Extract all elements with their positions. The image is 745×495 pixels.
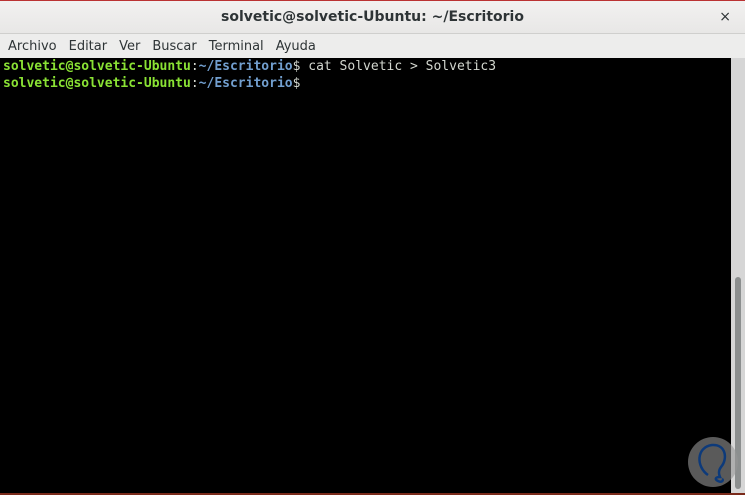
prompt-user: solvetic@solvetic-Ubuntu [3,59,191,74]
close-button[interactable]: × [719,9,731,25]
prompt-path: ~/Escritorio [198,75,293,91]
prompt-symbol: $ [292,75,301,91]
terminal-line: solvetic@solvetic-Ubuntu:~/Escritorio$ [3,76,728,93]
terminal-output[interactable]: solvetic@solvetic-Ubuntu:~/Escritorio$ c… [0,58,731,495]
prompt-sep: : [190,59,199,74]
menu-buscar[interactable]: Buscar [146,39,202,54]
window-title: solvetic@solvetic-Ubuntu: ~/Escritorio [221,9,524,25]
prompt-user: solvetic@solvetic-Ubuntu [3,75,191,91]
menu-terminal[interactable]: Terminal [203,39,270,54]
menu-editar[interactable]: Editar [63,39,114,54]
menu-bar: Archivo Editar Ver Buscar Terminal Ayuda [0,34,745,58]
prompt-sep: : [190,75,199,91]
scrollbar[interactable] [731,58,745,495]
menu-ayuda[interactable]: Ayuda [270,39,322,54]
watermark-logo-icon [688,437,738,487]
title-bar: solvetic@solvetic-Ubuntu: ~/Escritorio × [0,0,745,34]
command-text: cat Solvetic > Solvetic3 [300,59,497,74]
prompt-path: ~/Escritorio [198,59,293,74]
menu-ver[interactable]: Ver [113,39,146,54]
menu-archivo[interactable]: Archivo [2,39,63,54]
terminal-line: solvetic@solvetic-Ubuntu:~/Escritorio$ c… [3,59,728,76]
